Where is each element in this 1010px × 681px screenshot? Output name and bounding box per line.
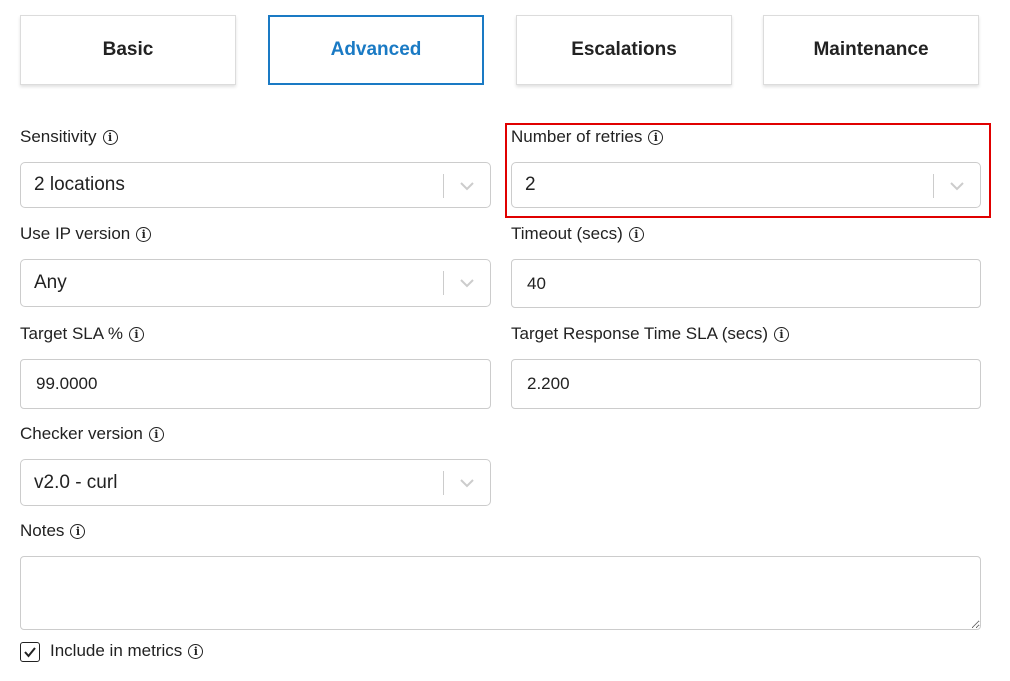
info-icon[interactable]: i xyxy=(648,129,664,145)
ip-version-value: Any xyxy=(34,272,67,293)
sensitivity-label-text: Sensitivity xyxy=(20,127,97,146)
tab-label: Maintenance xyxy=(813,39,929,60)
retries-label: Number of retries i xyxy=(511,127,664,147)
info-icon[interactable]: i xyxy=(774,326,790,342)
checker-version-value: v2.0 - curl xyxy=(34,471,118,493)
info-icon[interactable]: i xyxy=(188,643,204,659)
include-metrics-checkbox[interactable] xyxy=(20,642,40,662)
chevron-down-icon xyxy=(460,182,474,191)
chevron-down-icon xyxy=(460,279,474,288)
target-sla-label: Target SLA % i xyxy=(20,324,145,344)
timeout-label: Timeout (secs) i xyxy=(511,224,644,244)
chevron-down-icon xyxy=(460,479,474,488)
notes-label: Notes i xyxy=(20,521,86,541)
retries-select[interactable]: 2 xyxy=(511,162,981,208)
tab-maintenance[interactable]: Maintenance xyxy=(763,15,979,85)
notes-label-text: Notes xyxy=(20,521,65,540)
ip-version-label-text: Use IP version xyxy=(20,224,131,243)
timeout-input[interactable] xyxy=(511,259,981,308)
target-sla-label-text: Target SLA % xyxy=(20,324,124,343)
tab-advanced[interactable]: Advanced xyxy=(268,15,484,85)
sensitivity-label: Sensitivity i xyxy=(20,127,118,147)
checker-version-label-text: Checker version xyxy=(20,424,143,443)
response-sla-label-text: Target Response Time SLA (secs) xyxy=(511,324,769,343)
checker-version-select[interactable]: v2.0 - curl xyxy=(20,459,491,506)
target-sla-input[interactable] xyxy=(20,359,491,409)
response-sla-input[interactable] xyxy=(511,359,981,409)
checkmark-icon xyxy=(24,647,36,658)
info-icon[interactable]: i xyxy=(70,523,86,539)
notes-textarea[interactable] xyxy=(20,556,981,630)
ip-version-label: Use IP version i xyxy=(20,224,152,244)
select-separator xyxy=(933,174,934,198)
sensitivity-value: 2 locations xyxy=(34,174,125,195)
tab-label: Escalations xyxy=(571,39,677,60)
tab-basic[interactable]: Basic xyxy=(20,15,236,85)
select-separator xyxy=(443,271,444,295)
tab-label: Basic xyxy=(102,39,154,60)
retries-label-text: Number of retries xyxy=(511,127,643,146)
info-icon[interactable]: i xyxy=(628,226,644,242)
tab-label: Advanced xyxy=(330,39,422,60)
include-metrics-label: Include in metrics i xyxy=(50,641,204,661)
info-icon[interactable]: i xyxy=(148,426,164,442)
select-separator xyxy=(443,174,444,198)
chevron-down-icon xyxy=(950,182,964,191)
ip-version-select[interactable]: Any xyxy=(20,259,491,307)
timeout-label-text: Timeout (secs) xyxy=(511,224,623,243)
info-icon[interactable]: i xyxy=(102,129,118,145)
info-icon[interactable]: i xyxy=(129,326,145,342)
retries-value: 2 xyxy=(525,174,536,195)
include-metrics-label-text: Include in metrics xyxy=(50,641,183,660)
select-separator xyxy=(443,471,444,495)
response-sla-label: Target Response Time SLA (secs) i xyxy=(511,324,790,344)
info-icon[interactable]: i xyxy=(136,226,152,242)
checker-version-label: Checker version i xyxy=(20,424,164,444)
sensitivity-select[interactable]: 2 locations xyxy=(20,162,491,208)
tab-escalations[interactable]: Escalations xyxy=(516,15,732,85)
